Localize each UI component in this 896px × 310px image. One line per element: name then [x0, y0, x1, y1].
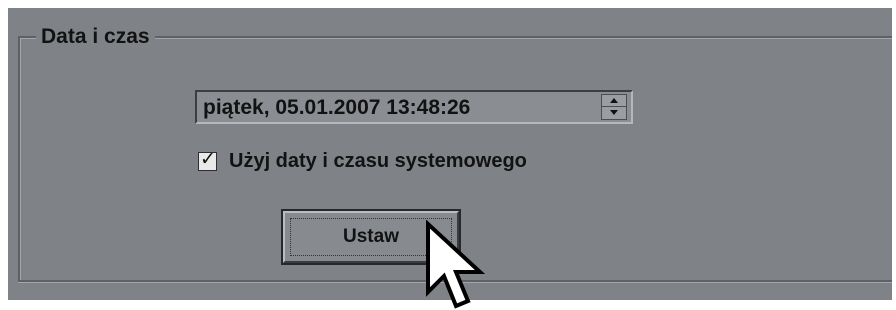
datetime-value[interactable]: piątek, 05.01.2007 13:48:26: [203, 95, 470, 121]
check-icon: ✓: [200, 148, 216, 170]
set-button-label: Ustaw: [343, 226, 399, 247]
system-time-option[interactable]: ✓ Użyj daty i czasu systemowego: [198, 148, 527, 174]
spinner-up-button[interactable]: [602, 95, 626, 107]
chevron-up-icon: [610, 98, 618, 103]
system-time-label[interactable]: Użyj daty i czasu systemowego: [229, 150, 527, 173]
chevron-down-icon: [610, 110, 618, 115]
system-time-checkbox[interactable]: ✓: [198, 148, 217, 171]
datetime-picker[interactable]: piątek, 05.01.2007 13:48:26: [195, 90, 633, 124]
spinner-down-button[interactable]: [602, 107, 626, 119]
mouse-pointer-icon: [426, 220, 486, 309]
group-title: Data i czas: [36, 24, 155, 50]
datetime-spinner[interactable]: [601, 94, 627, 120]
